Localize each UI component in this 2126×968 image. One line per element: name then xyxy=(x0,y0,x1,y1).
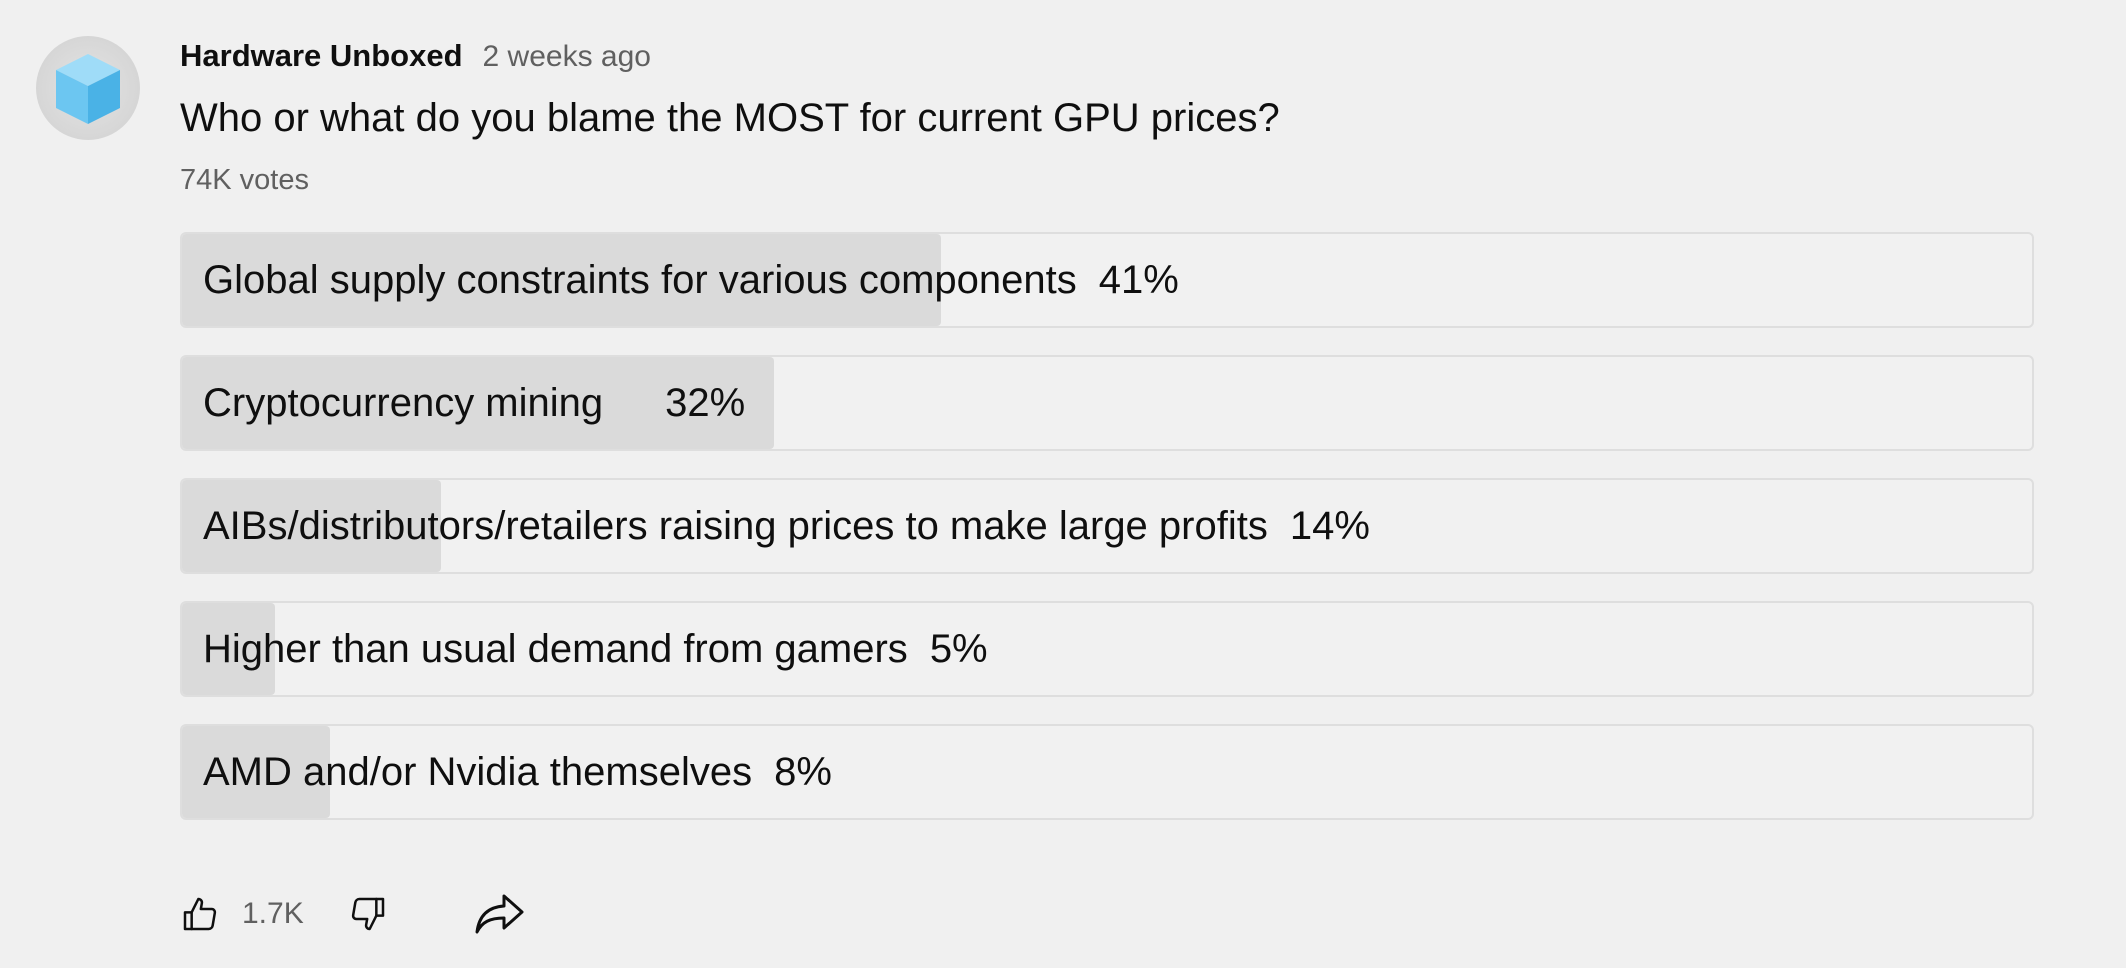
poll-option[interactable]: Higher than usual demand from gamers 5% xyxy=(180,601,2034,697)
share-icon xyxy=(475,894,524,934)
share-button[interactable] xyxy=(474,890,526,938)
vote-count: 74K votes xyxy=(180,164,309,196)
poll-option-percent: 8% xyxy=(774,749,832,794)
like-count: 1.7K xyxy=(242,897,304,930)
post-time[interactable]: 2 weeks ago xyxy=(483,40,651,74)
community-poll-post: Hardware Unboxed 2 weeks ago Who or what… xyxy=(0,0,2126,968)
channel-name[interactable]: Hardware Unboxed xyxy=(180,38,463,74)
dislike-button[interactable] xyxy=(348,894,388,934)
like-button[interactable]: 1.7K xyxy=(180,894,304,934)
poll-option-percent: 5% xyxy=(929,626,988,671)
post-header: Hardware Unboxed 2 weeks ago xyxy=(180,38,651,74)
poll-option-label: Higher than usual demand from gamers xyxy=(203,626,908,671)
poll-option-label: Global supply constraints for various co… xyxy=(203,257,1077,302)
poll-option-percent: 41% xyxy=(1098,257,1179,302)
thumbs-down-icon xyxy=(351,897,384,931)
cube-logo-icon xyxy=(56,54,120,124)
poll-option[interactable]: Global supply constraints for various co… xyxy=(180,232,2034,328)
poll-options: Global supply constraints for various co… xyxy=(180,232,2034,847)
poll-option-percent: 32% xyxy=(665,380,746,425)
channel-avatar[interactable] xyxy=(36,36,140,140)
poll-option-label: Cryptocurrency mining xyxy=(203,380,604,425)
poll-option-label: AIBs/distributors/retailers raising pric… xyxy=(203,503,1268,548)
poll-option[interactable]: AMD and/or Nvidia themselves 8% xyxy=(180,724,2034,820)
poll-option-label: AMD and/or Nvidia themselves xyxy=(203,749,753,794)
poll-question: Who or what do you blame the MOST for cu… xyxy=(180,96,1280,140)
poll-option[interactable]: AIBs/distributors/retailers raising pric… xyxy=(180,478,2034,574)
thumbs-up-icon xyxy=(183,897,217,931)
post-actions: 1.7K xyxy=(180,886,526,942)
poll-option[interactable]: Cryptocurrency mining 32% xyxy=(180,355,2034,451)
poll-option-percent: 14% xyxy=(1289,503,1370,548)
